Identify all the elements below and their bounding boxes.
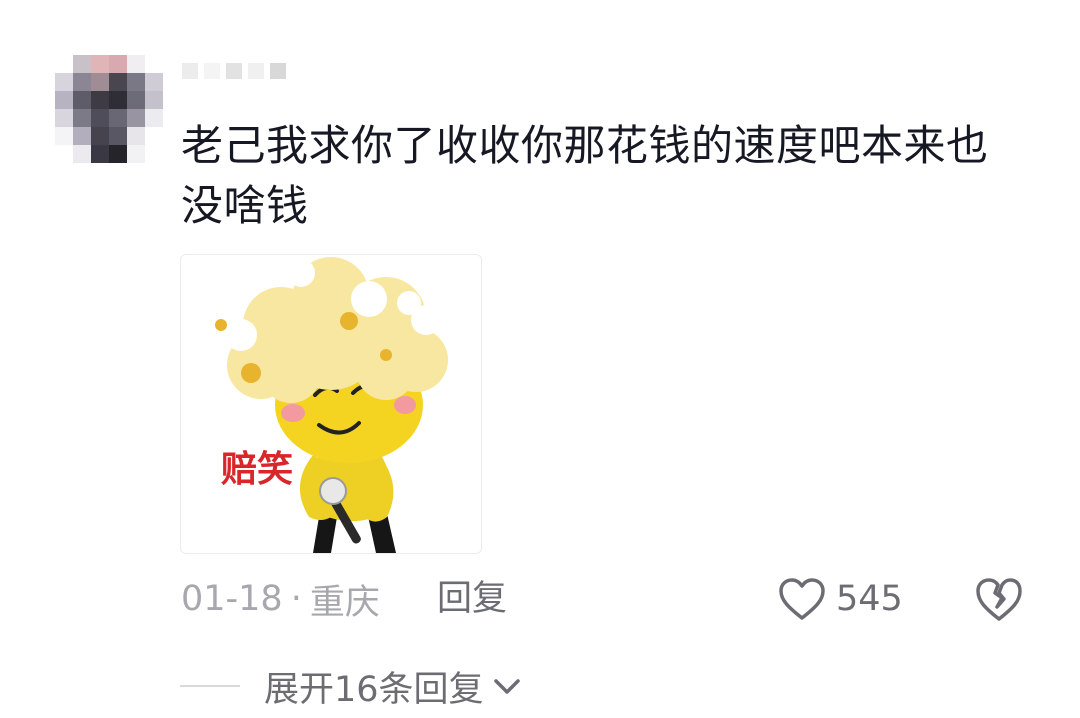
sticker-illustration: 赔笑 xyxy=(215,257,448,553)
meta-separator: · xyxy=(290,579,302,619)
sticker-caption: 赔笑 xyxy=(221,449,293,490)
like-count: 545 xyxy=(836,579,903,619)
avatar[interactable] xyxy=(55,55,163,163)
expand-divider xyxy=(180,685,240,687)
username-mosaic[interactable] xyxy=(182,55,292,87)
expand-replies-label: 展开16条回复 xyxy=(264,669,484,710)
comment-date: 01-18 xyxy=(181,579,283,619)
reply-button[interactable]: 回复 xyxy=(437,574,507,624)
sticker-image[interactable]: 赔笑 xyxy=(180,254,482,554)
chevron-down-icon xyxy=(493,679,520,694)
comment-location: 重庆 xyxy=(309,582,380,623)
comment-text: 老己我求你了收收你那花钱的速度吧本来也没啥钱 xyxy=(181,121,989,230)
dislike-button[interactable] xyxy=(973,573,1025,625)
expand-replies-button[interactable]: 展开16条回复 xyxy=(180,660,522,712)
like-button[interactable]: 545 xyxy=(778,572,903,626)
heart-outline-icon xyxy=(779,578,825,620)
broken-heart-icon xyxy=(976,578,1022,621)
comment-meta: 01-18 · 重庆 xyxy=(181,574,380,624)
